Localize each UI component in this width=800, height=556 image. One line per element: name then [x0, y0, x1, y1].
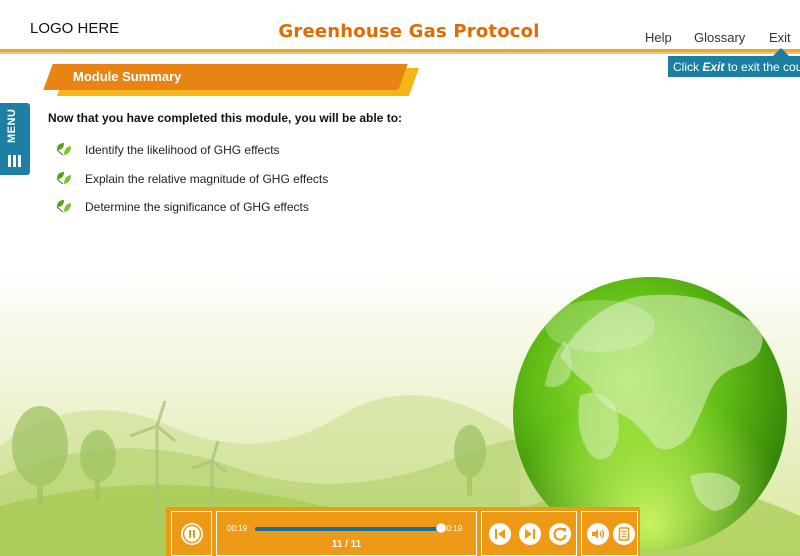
next-button[interactable] — [519, 523, 541, 545]
summary-intro: Now that you have completed this module,… — [48, 111, 403, 125]
landscape-illustration — [0, 56, 800, 556]
leaf-icon — [56, 171, 71, 184]
exit-tooltip-caret — [773, 48, 789, 56]
page-counter: 11 / 11 — [331, 539, 362, 550]
section-title: Module Summary — [73, 69, 182, 84]
exit-tooltip: Click Exit to exit the course — [668, 56, 800, 77]
background-scene — [0, 56, 800, 556]
leaf-icon — [56, 143, 71, 156]
app-header: LOGO HERE Greenhouse Gas Protocol Help G… — [0, 0, 800, 54]
replay-icon — [553, 527, 567, 541]
leaf-icon — [56, 200, 71, 213]
total-time: 00:19 — [442, 524, 463, 533]
list-item: Identify the likelihood of GHG effects — [55, 141, 328, 170]
previous-button[interactable] — [489, 523, 511, 545]
objective-text: Determine the significance of GHG effect… — [85, 200, 309, 214]
transcript-button[interactable] — [613, 523, 635, 545]
header-divider-shadow — [0, 52, 800, 54]
glossary-link[interactable]: Glossary — [694, 30, 745, 45]
play-control-box — [171, 511, 212, 556]
help-link[interactable]: Help — [645, 30, 672, 45]
player-controls: 00:19 00:19 11 / 11 — [166, 507, 640, 556]
objective-text: Explain the relative magnitude of GHG ef… — [85, 171, 329, 186]
hamburger-icon — [8, 155, 22, 167]
section-banner: Module Summary — [42, 62, 422, 96]
objectives-list: Identify the likelihood of GHG effects E… — [55, 141, 328, 227]
navigation-control-box — [481, 511, 577, 556]
exit-tooltip-suffix: to exit the course — [727, 60, 800, 74]
previous-icon — [495, 529, 505, 539]
progress-fill — [255, 527, 441, 531]
pause-button[interactable] — [181, 523, 203, 545]
objective-text: Identify the likelihood of GHG effects — [85, 143, 280, 157]
pause-icon — [182, 524, 202, 544]
volume-icon — [592, 529, 605, 539]
media-control-box — [581, 511, 638, 556]
transcript-icon — [618, 527, 630, 541]
volume-button[interactable] — [587, 523, 609, 545]
replay-button[interactable] — [549, 523, 571, 545]
menu-label: MENU — [6, 108, 18, 143]
menu-tab-button[interactable]: MENU — [0, 103, 30, 175]
exit-tooltip-emphasis: Exit — [702, 60, 725, 74]
exit-link[interactable]: Exit — [769, 30, 791, 45]
list-item: Determine the significance of GHG effect… — [55, 198, 328, 227]
course-title: Greenhouse Gas Protocol — [278, 21, 540, 42]
exit-tooltip-prefix: Click — [673, 60, 703, 74]
next-icon — [525, 529, 535, 539]
progress-track[interactable] — [255, 527, 441, 531]
list-item: Explain the relative magnitude of GHG ef… — [55, 170, 328, 199]
current-time: 00:19 — [227, 524, 248, 533]
